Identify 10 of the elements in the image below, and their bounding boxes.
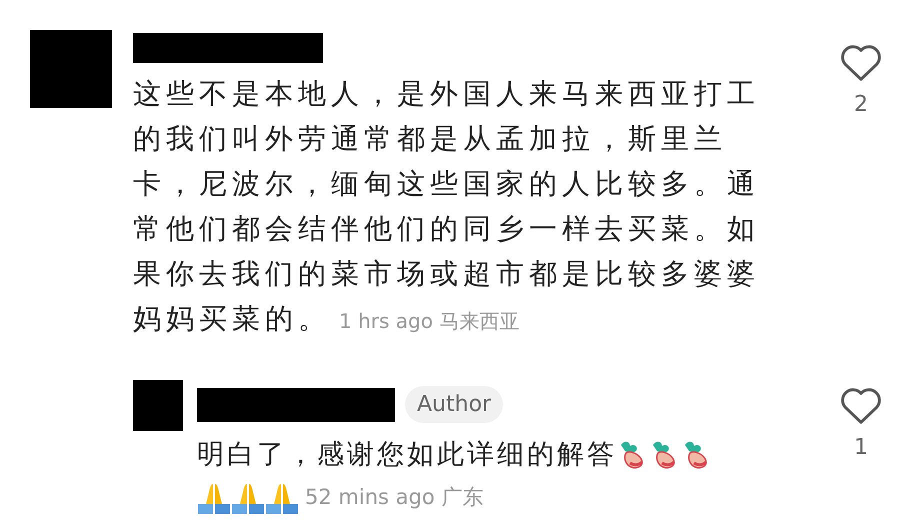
redacted-avatar: [133, 380, 183, 431]
praying-hands-icon: [197, 482, 231, 514]
comment-text: 这些不是本地人，是外国人来马来西亚打工的我们叫外劳通常都是从孟加拉，斯里兰卡，尼波尔，缅甸这些国家的人比较多。通常他们都会结伴他们的同乡一样去买菜。如果你去我们的菜市场或超市都是比较多婆婆妈妈买菜的。 1 hrs ago 马来西亚: [133, 76, 761, 337]
reply-text: 明白了，感谢您如此详细的解答: [197, 438, 617, 472]
author-badge: Author: [405, 386, 504, 423]
reply-meta: 52 mins ago 广东: [305, 484, 484, 511]
like-count: 2: [854, 91, 868, 119]
like-count: 1: [854, 434, 868, 462]
praying-hands-icon: [265, 482, 299, 514]
praying-hands-icon: [231, 482, 265, 514]
